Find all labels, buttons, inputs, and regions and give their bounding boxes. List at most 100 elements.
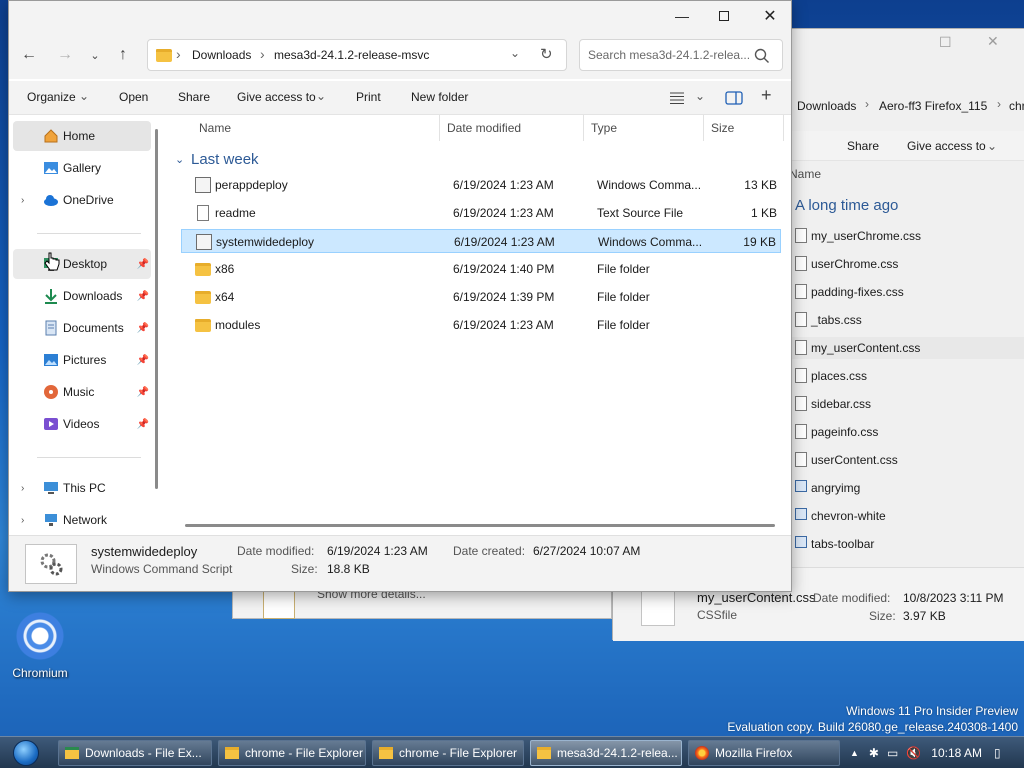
list-item[interactable]: angryimg xyxy=(789,477,1024,499)
forward-button[interactable]: → xyxy=(51,43,79,67)
taskbar-item[interactable]: Mozilla Firefox xyxy=(688,740,840,766)
share-button[interactable]: Share xyxy=(847,139,879,153)
chromium-desktop-shortcut[interactable]: Chromium xyxy=(8,612,72,680)
column-divider[interactable] xyxy=(583,115,584,141)
table-row[interactable]: perappdeploy 6/19/2024 1:23 AM Windows Com… xyxy=(181,173,781,197)
nav-item-onedrive[interactable]: › OneDrive xyxy=(13,185,151,215)
list-item[interactable]: tabs-toolbar xyxy=(789,533,1024,555)
column-header-date[interactable]: Date modified xyxy=(447,115,577,141)
horizontal-scrollbar[interactable] xyxy=(185,524,775,527)
new-folder-button[interactable]: New folder xyxy=(411,90,468,104)
column-divider[interactable] xyxy=(703,115,704,141)
chevron-right-icon[interactable]: › xyxy=(21,195,24,206)
table-row[interactable]: modules 6/19/2024 1:23 AM File folder xyxy=(181,313,781,337)
column-header-type[interactable]: Type xyxy=(591,115,701,141)
nav-item-videos[interactable]: Videos 📌 xyxy=(13,409,151,439)
maximize-button[interactable] xyxy=(701,1,747,31)
nav-item-label: Documents xyxy=(63,321,124,335)
notification-icon[interactable]: ▯ xyxy=(994,746,1001,760)
column-divider[interactable] xyxy=(439,115,440,141)
table-row[interactable]: x86 6/19/2024 1:40 PM File folder xyxy=(181,257,781,281)
chevron-down-icon: ⌄ xyxy=(316,89,327,103)
recent-locations-button[interactable]: ⌄ xyxy=(81,43,109,67)
details-pane-icon[interactable] xyxy=(725,91,743,105)
open-button[interactable]: Open xyxy=(119,90,148,104)
list-view-icon[interactable] xyxy=(669,91,685,105)
organize-button[interactable]: Organize xyxy=(27,90,76,104)
list-item[interactable]: padding-fixes.css xyxy=(789,281,1024,303)
maximize-icon[interactable]: ☐ xyxy=(939,34,952,51)
nav-item-documents[interactable]: Documents 📌 xyxy=(13,313,151,343)
nav-item-music[interactable]: Music 📌 xyxy=(13,377,151,407)
file-size: 13 KB xyxy=(744,178,777,192)
table-row[interactable]: systemwidedeploy 6/19/2024 1:23 AM Windows… xyxy=(181,229,781,253)
nav-item-home[interactable]: Home xyxy=(13,121,151,151)
refresh-icon[interactable]: ↻ xyxy=(540,45,553,63)
nav-item-desktop[interactable]: Desktop 📌 xyxy=(13,249,151,279)
taskbar-item[interactable]: Downloads - File Ex... xyxy=(58,740,212,766)
taskbar-item[interactable]: chrome - File Explorer xyxy=(372,740,524,766)
minimize-button[interactable]: — xyxy=(659,1,705,31)
nav-item-network[interactable]: › Network xyxy=(13,505,151,535)
start-button[interactable] xyxy=(6,737,46,768)
main-explorer-window[interactable]: — ✕ ← → ⌄ ↑ › Downloads › mesa3d-24.1.2-… xyxy=(8,0,792,592)
clock[interactable]: 10:18 AM xyxy=(931,746,982,760)
chevron-right-icon[interactable]: › xyxy=(21,483,24,494)
taskbar-item[interactable]: mesa3d-24.1.2-relea... xyxy=(530,740,682,766)
chevron-down-icon[interactable]: ⌄ xyxy=(510,46,520,60)
breadcrumb-item[interactable]: Downloads xyxy=(797,99,856,113)
chevron-right-icon[interactable]: › xyxy=(21,515,24,526)
monitor-icon[interactable]: ▭ xyxy=(887,746,898,760)
group-header[interactable]: Last week xyxy=(191,151,259,168)
table-row[interactable]: readme 6/19/2024 1:23 AM Text Source File 1… xyxy=(181,201,781,225)
chromium-icon xyxy=(16,612,64,660)
chevron-down-icon[interactable]: ⌄ xyxy=(695,89,705,103)
list-item[interactable]: places.css xyxy=(789,365,1024,387)
list-item[interactable]: _tabs.css xyxy=(789,309,1024,331)
breadcrumb-item[interactable]: mesa3d-24.1.2-release-msvc xyxy=(274,48,429,62)
give-access-button[interactable]: Give access to xyxy=(907,139,986,153)
list-item[interactable]: userContent.css xyxy=(789,449,1024,471)
table-row[interactable]: x64 6/19/2024 1:39 PM File folder xyxy=(181,285,781,309)
plus-icon[interactable]: + xyxy=(761,85,772,106)
column-divider[interactable] xyxy=(783,115,784,141)
list-item[interactable]: pageinfo.css xyxy=(789,421,1024,443)
taskbar-item[interactable]: chrome - File Explorer xyxy=(218,740,366,766)
vertical-scrollbar[interactable] xyxy=(155,129,158,489)
list-item[interactable]: userChrome.css xyxy=(789,253,1024,275)
list-item[interactable]: sidebar.css xyxy=(789,393,1024,415)
close-button[interactable]: ✕ xyxy=(747,1,793,31)
column-header-size[interactable]: Size xyxy=(711,115,771,141)
give-access-button[interactable]: Give access to xyxy=(237,90,316,104)
nav-item-pictures[interactable]: Pictures 📌 xyxy=(13,345,151,375)
breadcrumb-item[interactable]: Aero-ff3 Firefox_115 xyxy=(879,99,987,113)
print-button[interactable]: Print xyxy=(356,90,381,104)
column-header-name[interactable]: Name xyxy=(789,167,821,181)
file-list: Name Date modified Type Size ⌄ Last week… xyxy=(165,115,791,535)
nav-item-gallery[interactable]: Gallery xyxy=(13,153,151,183)
search-input[interactable]: Search mesa3d-24.1.2-relea... xyxy=(588,48,750,62)
volume-muted-icon[interactable]: 🔇 xyxy=(906,746,921,760)
list-item[interactable]: my_userChrome.css xyxy=(789,225,1024,247)
nav-item-this-pc[interactable]: › This PC xyxy=(13,473,151,503)
file-type: Text Source File xyxy=(597,206,684,220)
share-button[interactable]: Share xyxy=(178,90,210,104)
up-button[interactable]: ↑ xyxy=(109,43,137,67)
back-button[interactable]: ← xyxy=(15,43,43,67)
list-item[interactable]: chevron-white xyxy=(789,505,1024,527)
chevron-up-icon[interactable]: ▲ xyxy=(850,748,859,758)
chevron-down-icon[interactable]: ⌄ xyxy=(175,153,184,166)
search-box[interactable]: Search mesa3d-24.1.2-relea... xyxy=(579,39,783,71)
breadcrumb-item[interactable]: chr xyxy=(1009,99,1024,113)
close-icon[interactable]: ✕ xyxy=(987,33,999,50)
column-header-name[interactable]: Name xyxy=(199,115,439,141)
address-bar[interactable]: › Downloads › mesa3d-24.1.2-release-msvc… xyxy=(147,39,567,71)
list-item[interactable]: my_userContent.css xyxy=(789,337,1024,359)
bluetooth-icon[interactable]: ✱ xyxy=(869,746,879,760)
details-file-name: systemwidedeploy xyxy=(91,544,198,559)
breadcrumb-item[interactable]: Downloads xyxy=(192,48,251,62)
nav-item-downloads[interactable]: Downloads 📌 xyxy=(13,281,151,311)
title-bar[interactable]: — ✕ xyxy=(9,1,791,31)
file-type: File folder xyxy=(597,290,650,304)
group-header[interactable]: A long time ago xyxy=(795,197,898,214)
